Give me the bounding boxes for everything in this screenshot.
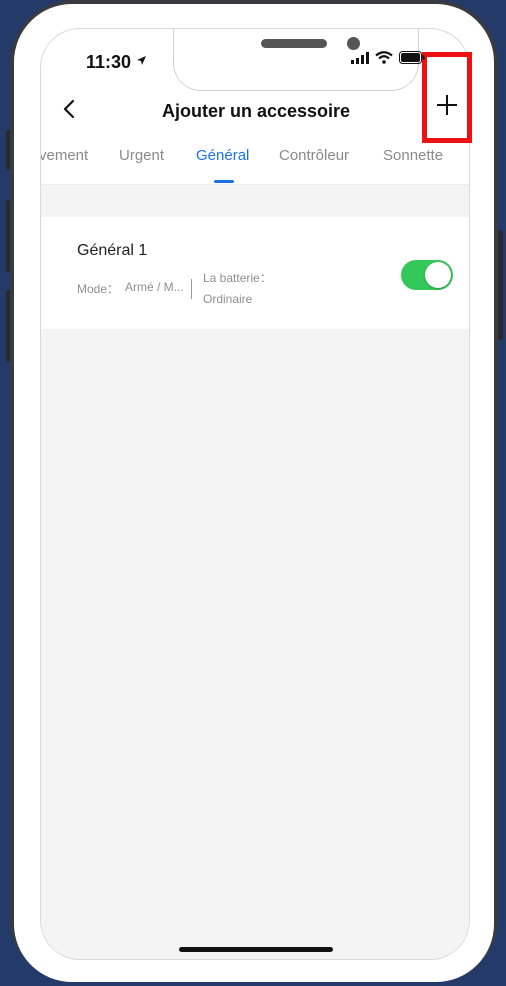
meta-divider: [191, 279, 192, 299]
signal-icon: [351, 51, 369, 64]
battery-label: La batterie：: [203, 271, 272, 285]
wifi-icon: [375, 51, 393, 64]
page-title: Ajouter un accessoire: [161, 101, 351, 121]
phone-power-button: [498, 230, 503, 340]
navigation-header: Ajouter un accessoire: [41, 89, 469, 141]
tab-mouvement[interactable]: vement: [41, 147, 88, 164]
battery-value: Ordinaire: [203, 292, 253, 306]
tab-general[interactable]: Général: [196, 147, 249, 164]
active-tab-indicator: [214, 180, 234, 183]
status-icons: [351, 51, 425, 64]
app-screen: 11:30 Ajouter un accessoire vement Urgen…: [40, 28, 470, 960]
location-arrow-icon: [137, 56, 146, 65]
speaker: [261, 39, 327, 48]
category-tabs: vement Urgent Général Contrôleur Sonnett…: [41, 137, 469, 185]
accessory-enable-toggle[interactable]: [401, 260, 453, 290]
battery-icon: [399, 51, 425, 64]
mode-label: Mode：: [77, 282, 120, 296]
plus-icon: [437, 95, 457, 115]
tab-controleur[interactable]: Contrôleur: [279, 147, 349, 164]
home-indicator: [179, 947, 333, 952]
toggle-knob: [425, 262, 451, 288]
mode-value: Armé / M...: [125, 280, 184, 294]
front-camera: [347, 37, 360, 50]
status-time: 11:30: [86, 52, 132, 72]
tab-sonnette[interactable]: Sonnette: [383, 147, 443, 164]
add-accessory-button[interactable]: [422, 52, 472, 143]
list-item[interactable]: Général 1 Mode： Armé / M... La batterie：…: [41, 217, 469, 329]
tab-urgent[interactable]: Urgent: [119, 147, 164, 164]
accessory-name: Général 1: [77, 242, 148, 259]
accessory-list: Général 1 Mode： Armé / M... La batterie：…: [41, 185, 469, 959]
